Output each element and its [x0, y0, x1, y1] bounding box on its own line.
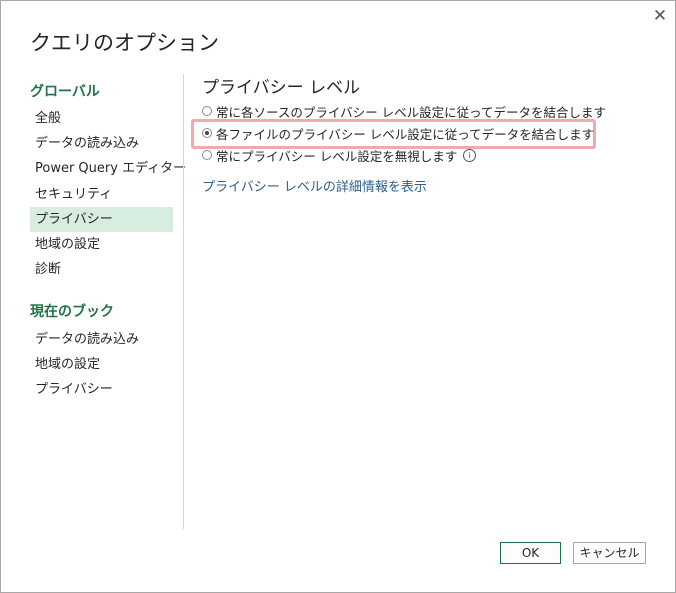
sidebar-item-diagnostics[interactable]: 診断 — [30, 257, 173, 282]
query-options-dialog: ✕ クエリのオプション グローバル 全般 データの読み込み Power Quer… — [0, 0, 676, 593]
privacy-level-title: プライバシー レベル — [202, 78, 361, 98]
radio-option-combine-by-each-source[interactable]: 常に各ソースのプライバシー レベル設定に従ってデータを結合します — [202, 101, 606, 121]
info-icon[interactable]: i — [463, 148, 477, 162]
radio-label: 常にプライバシー レベル設定を無視します — [216, 148, 458, 164]
sidebar-item-workbook-privacy[interactable]: プライバシー — [30, 377, 173, 402]
radio-button[interactable] — [202, 106, 212, 116]
workbook-section-heading: 現在のブック — [30, 304, 114, 320]
radio-button[interactable] — [202, 150, 212, 160]
privacy-level-more-info-link[interactable]: プライバシー レベルの詳細情報を表示 — [202, 176, 427, 195]
vertical-divider — [183, 74, 184, 529]
ok-button[interactable]: OK — [500, 542, 561, 564]
radio-option-combine-by-each-file[interactable]: 各ファイルのプライバシー レベル設定に従ってデータを結合します — [202, 123, 594, 143]
sidebar-item-data-load[interactable]: データの読み込み — [30, 131, 173, 156]
sidebar-item-security[interactable]: セキュリティ — [30, 182, 173, 207]
sidebar-item-workbook-data-load[interactable]: データの読み込み — [30, 327, 173, 352]
radio-button-checked[interactable] — [202, 128, 212, 138]
global-section-heading: グローバル — [30, 84, 100, 100]
radio-label: 各ファイルのプライバシー レベル設定に従ってデータを結合します — [216, 126, 595, 142]
radio-label: 常に各ソースのプライバシー レベル設定に従ってデータを結合します — [216, 104, 606, 120]
sidebar-item-workbook-regional-settings[interactable]: 地域の設定 — [30, 352, 173, 377]
sidebar-item-general[interactable]: 全般 — [30, 106, 173, 131]
sidebar-item-regional-settings[interactable]: 地域の設定 — [30, 232, 173, 257]
sidebar-item-power-query-editor[interactable]: Power Query エディター — [30, 156, 186, 181]
sidebar-item-privacy[interactable]: プライバシー — [30, 207, 173, 232]
cancel-button[interactable]: キャンセル — [573, 542, 646, 564]
close-icon[interactable]: ✕ — [651, 7, 669, 25]
radio-option-ignore-privacy[interactable]: 常にプライバシー レベル設定を無視します i — [202, 145, 477, 165]
dialog-title: クエリのオプション — [30, 31, 219, 55]
